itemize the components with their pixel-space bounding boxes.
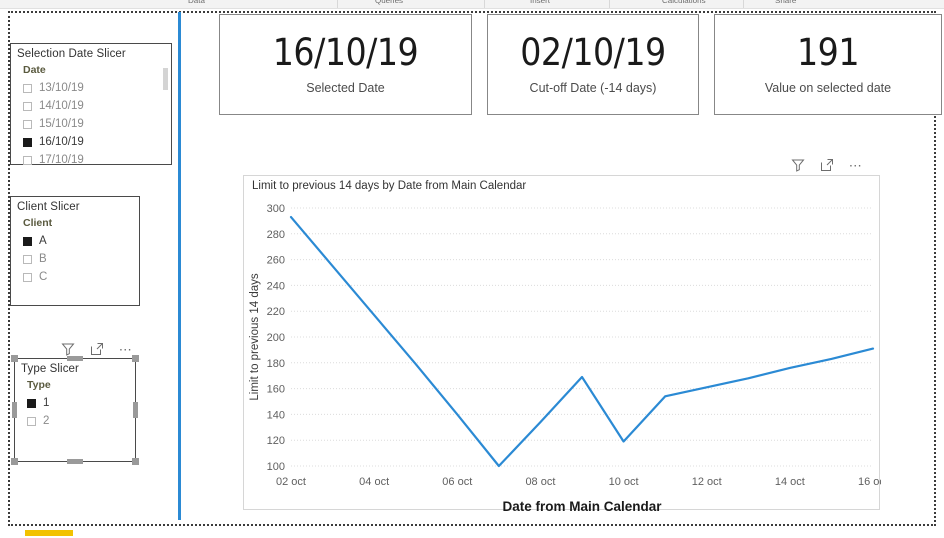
slicer-client[interactable]: Client Slicer Client A B C <box>10 196 140 306</box>
checkbox-checked-icon[interactable] <box>23 137 32 147</box>
svg-text:300: 300 <box>267 203 285 215</box>
svg-text:16 oct: 16 oct <box>858 476 881 488</box>
ribbon-group-queries[interactable]: Queries <box>375 0 403 5</box>
slicer-item-label: B <box>39 253 47 265</box>
slicer-item-17-10-19[interactable]: 17/10/19 <box>23 151 171 169</box>
svg-text:120: 120 <box>267 435 285 447</box>
slicer-selection-date[interactable]: Selection Date Slicer Date 13/10/19 14/1… <box>10 43 172 166</box>
focus-mode-icon[interactable] <box>819 157 835 173</box>
card-cutoff-date[interactable]: 02/10/19 Cut-off Date (-14 days) <box>487 14 699 115</box>
slicer-item-label: C <box>39 271 48 283</box>
slicer-item-16-10-19[interactable]: 16/10/19 <box>23 133 171 151</box>
svg-text:100: 100 <box>267 461 285 473</box>
line-chart-visual[interactable]: Limit to previous 14 days by Date from M… <box>243 175 881 511</box>
more-options-icon[interactable]: ⋯ <box>118 341 134 357</box>
slicer-item-2[interactable]: 2 <box>27 412 135 430</box>
svg-text:08 oct: 08 oct <box>525 476 555 488</box>
slicer-title: Client Slicer <box>17 201 80 213</box>
chart-plot: 100 120 140 160 180 200 220 240 260 280 300 02 oct 0… <box>249 203 881 511</box>
type-slicer-header-icons: ⋯ <box>60 341 134 357</box>
slicer-item-1[interactable]: 1 <box>27 394 135 412</box>
slicer-item-13-10-19[interactable]: 13/10/19 <box>23 79 171 97</box>
slicer-title: Type Slicer <box>21 363 79 375</box>
slicer-item-label: 1 <box>43 397 50 409</box>
slicer-item-b[interactable]: B <box>23 250 139 268</box>
card-label: Selected Date <box>306 81 385 96</box>
slicer-type[interactable]: Type Slicer Type 1 2 <box>14 358 136 462</box>
page-tab-indicator[interactable] <box>25 530 73 536</box>
page-guide-line <box>178 12 181 520</box>
power-bi-report-canvas: Data Queries Insert Calculations Share S… <box>0 0 944 538</box>
slicer-item-label: 17/10/19 <box>39 154 84 166</box>
svg-text:180: 180 <box>267 358 285 370</box>
slicer-item-a[interactable]: A <box>23 232 139 250</box>
svg-text:02 oct: 02 oct <box>276 476 306 488</box>
checkbox-checked-icon[interactable] <box>27 398 36 408</box>
svg-text:10 oct: 10 oct <box>609 476 639 488</box>
slicer-item-list: 1 2 <box>15 394 135 430</box>
card-value: 02/10/19 <box>520 30 666 74</box>
checkbox-icon[interactable] <box>23 272 32 282</box>
card-label: Cut-off Date (-14 days) <box>529 81 657 96</box>
checkbox-icon[interactable] <box>27 416 36 426</box>
svg-text:220: 220 <box>267 306 285 318</box>
slicer-title: Selection Date Slicer <box>17 48 126 60</box>
slicer-field-name: Client <box>23 217 53 229</box>
slicer-item-list: A B C <box>11 232 139 286</box>
ribbon-divider <box>743 0 744 8</box>
ribbon-group-share[interactable]: Share <box>775 0 796 5</box>
slicer-field-name: Type <box>27 379 51 391</box>
more-options-icon[interactable]: ⋯ <box>848 157 864 173</box>
slicer-item-label: 16/10/19 <box>39 136 84 148</box>
card-label: Value on selected date <box>764 81 892 96</box>
checkbox-icon[interactable] <box>23 119 32 129</box>
chart-header-icons: ⋯ <box>790 157 864 173</box>
checkbox-icon[interactable] <box>23 254 32 264</box>
svg-text:14 oct: 14 oct <box>775 476 805 488</box>
svg-text:04 oct: 04 oct <box>359 476 389 488</box>
slicer-item-label: 15/10/19 <box>39 118 84 130</box>
svg-text:200: 200 <box>267 332 285 344</box>
ribbon-divider <box>609 0 610 8</box>
svg-text:280: 280 <box>267 229 285 241</box>
slicer-item-list: 13/10/19 14/10/19 15/10/19 16/10/19 17/1… <box>11 79 171 169</box>
scrollbar-thumb[interactable] <box>163 68 168 90</box>
card-value: 191 <box>796 30 860 74</box>
slicer-item-label: A <box>39 235 47 247</box>
svg-text:06 oct: 06 oct <box>442 476 472 488</box>
slicer-scrollbar[interactable] <box>163 68 168 164</box>
card-value: 16/10/19 <box>272 30 419 74</box>
card-selected-date[interactable]: 16/10/19 Selected Date <box>219 14 472 115</box>
checkbox-icon[interactable] <box>23 83 32 93</box>
svg-text:240: 240 <box>267 280 285 292</box>
checkbox-checked-icon[interactable] <box>23 236 32 246</box>
ribbon-divider <box>337 0 338 8</box>
filter-funnel-icon[interactable] <box>60 341 76 357</box>
slicer-item-label: 14/10/19 <box>39 100 84 112</box>
ribbon-group-calculations[interactable]: Calculations <box>662 0 706 5</box>
ribbon-bar: Data Queries Insert Calculations Share <box>0 0 944 9</box>
svg-text:12 oct: 12 oct <box>692 476 722 488</box>
slicer-field-name: Date <box>23 64 46 76</box>
slicer-item-label: 2 <box>43 415 50 427</box>
filter-funnel-icon[interactable] <box>790 157 806 173</box>
svg-text:140: 140 <box>267 409 285 421</box>
slicer-item-label: 13/10/19 <box>39 82 84 94</box>
ribbon-group-insert[interactable]: Insert <box>530 0 550 5</box>
checkbox-icon[interactable] <box>23 101 32 111</box>
ribbon-group-data[interactable]: Data <box>188 0 205 5</box>
checkbox-icon[interactable] <box>23 155 32 165</box>
svg-text:160: 160 <box>267 384 285 396</box>
ribbon-divider <box>484 0 485 8</box>
svg-text:260: 260 <box>267 255 285 267</box>
svg-text:Limit to previous 14 days: Limit to previous 14 days <box>249 273 261 400</box>
svg-text:Date from Main Calendar: Date from Main Calendar <box>502 499 662 511</box>
slicer-item-c[interactable]: C <box>23 268 139 286</box>
slicer-item-15-10-19[interactable]: 15/10/19 <box>23 115 171 133</box>
focus-mode-icon[interactable] <box>89 341 105 357</box>
card-value-on-selected-date[interactable]: 191 Value on selected date <box>714 14 942 115</box>
slicer-item-14-10-19[interactable]: 14/10/19 <box>23 97 171 115</box>
